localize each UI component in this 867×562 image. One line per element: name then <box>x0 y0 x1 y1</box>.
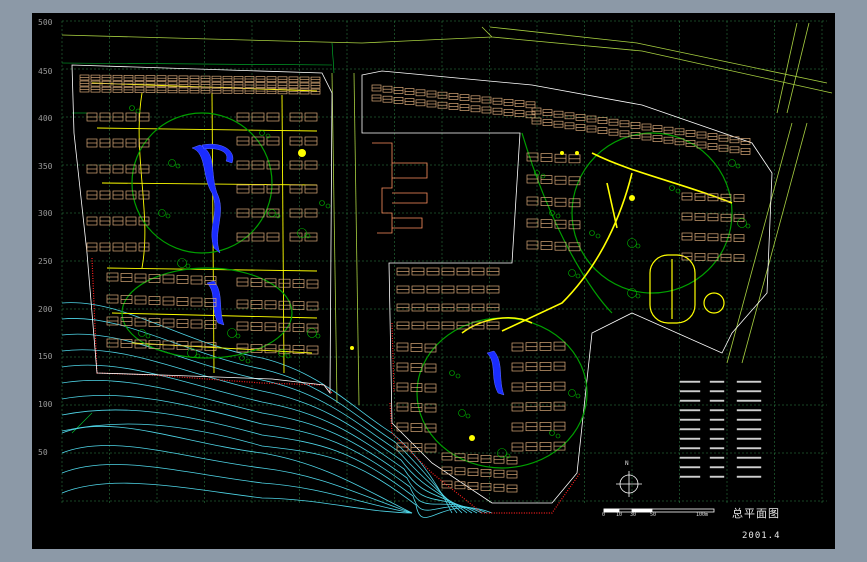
y-axis-label: 250 <box>38 257 53 266</box>
y-axis-label: 50 <box>38 448 48 457</box>
site-lines <box>61 42 335 434</box>
north-arrow <box>616 471 642 497</box>
y-axis-label: 300 <box>38 209 53 218</box>
y-axis-label: 500 <box>38 18 53 27</box>
drawing-title: 总平面图 <box>732 507 780 520</box>
main-roads <box>461 152 733 334</box>
scale-label: 10 <box>616 512 623 518</box>
scale-label: 0 <box>602 512 606 518</box>
scale-label: 100m <box>696 512 709 518</box>
drawing-canvas[interactable]: 500 450 400 350 300 250 200 150 100 50 0… <box>32 13 835 549</box>
statistics-table <box>679 380 762 478</box>
north-label: N <box>625 460 629 467</box>
y-axis-label: 100 <box>38 400 53 409</box>
y-axis-label: 150 <box>38 352 53 361</box>
y-axis-label: 450 <box>38 67 53 76</box>
y-axis-label: 200 <box>38 305 53 314</box>
y-axis-label: 350 <box>38 162 53 171</box>
center-block <box>372 142 428 234</box>
site-plan-drawing[interactable] <box>32 13 835 549</box>
scale-label: 50 <box>650 512 657 518</box>
scale-label: 30 <box>630 512 637 518</box>
grid-lines <box>61 20 827 503</box>
terrain-contours <box>61 302 493 518</box>
drawing-date: 2001.4 <box>742 531 781 541</box>
y-axis-label: 400 <box>38 114 53 123</box>
